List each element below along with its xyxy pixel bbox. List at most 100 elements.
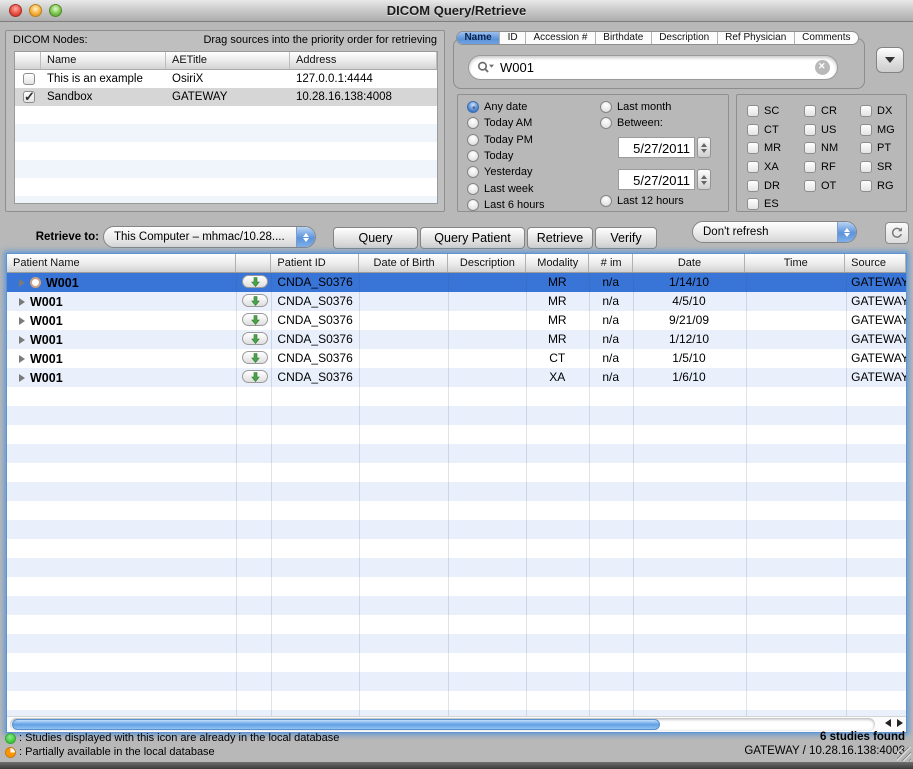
query-patient-button[interactable]: Query Patient	[420, 227, 525, 249]
disclosure-triangle-icon[interactable]	[19, 317, 25, 325]
date-radio-last-6-hours[interactable]: Last 6 hours	[467, 197, 545, 213]
date-of-birth-cell	[359, 311, 448, 330]
study-row[interactable]: W001CNDA_S0376MRn/a4/5/10GATEWAY	[7, 292, 906, 311]
horizontal-scrollbar[interactable]	[7, 716, 906, 732]
description-cell	[448, 330, 526, 349]
modality-checkbox-pt[interactable]	[860, 142, 872, 154]
modality-checkbox-ot[interactable]	[804, 180, 816, 192]
modality-checkbox-sc[interactable]	[747, 105, 759, 117]
date-radio-today-pm[interactable]: Today PM	[467, 132, 545, 148]
scroll-right-icon[interactable]	[897, 719, 903, 727]
study-date-cell: 1/14/10	[633, 273, 746, 292]
description-cell	[448, 273, 526, 292]
retrieve-study-button[interactable]	[242, 351, 268, 364]
options-disclosure-button[interactable]	[876, 47, 904, 73]
column-header-source[interactable]: Source	[845, 254, 906, 272]
scrollbar-thumb[interactable]	[12, 719, 660, 730]
column-header-patient-id[interactable]: Patient ID	[271, 254, 359, 272]
modality-checkbox-dr[interactable]	[747, 180, 759, 192]
modality-checkbox-rg[interactable]	[860, 180, 872, 192]
disclosure-triangle-icon[interactable]	[19, 336, 25, 344]
nodes-column-header-aetitle[interactable]: AETitle	[166, 52, 290, 69]
disclosure-triangle-icon[interactable]	[19, 374, 25, 382]
modality-cell: MR	[526, 311, 589, 330]
tab-accession[interactable]: Accession #	[526, 32, 596, 44]
date-radio-between[interactable]: Between:	[600, 115, 671, 131]
disclosure-triangle-icon[interactable]	[19, 355, 25, 363]
date-radio-last-12-hours[interactable]: Last 12 hours	[600, 193, 684, 209]
retrieve-to-select[interactable]: This Computer – mhmac/10.28....	[103, 226, 316, 248]
date-radio-last-week[interactable]: Last week	[467, 180, 545, 196]
between-to-date-field[interactable]: 5/27/2011	[618, 169, 695, 190]
resize-grip[interactable]	[897, 747, 911, 761]
study-row[interactable]: W001CNDA_S0376XAn/a1/6/10GATEWAY	[7, 368, 906, 387]
scrollbar-track[interactable]	[10, 718, 875, 731]
from-date-stepper[interactable]	[697, 137, 711, 158]
tab-description[interactable]: Description	[652, 32, 718, 44]
study-row[interactable]: W001CNDA_S0376MRn/a9/21/09GATEWAY	[7, 311, 906, 330]
nodes-column-header-name[interactable]: Name	[41, 52, 166, 69]
retrieve-study-button[interactable]	[242, 294, 268, 307]
modality-checkbox-mg[interactable]	[860, 124, 872, 136]
retrieve-study-button[interactable]	[242, 332, 268, 345]
date-radio-today[interactable]: Today	[467, 148, 545, 164]
date-radio-yesterday[interactable]: Yesterday	[467, 164, 545, 180]
modality-checkbox-cr[interactable]	[804, 105, 816, 117]
column-header-date[interactable]: Date	[633, 254, 746, 272]
tab-birthdate[interactable]: Birthdate	[596, 32, 652, 44]
column-header-time[interactable]: Time	[745, 254, 845, 272]
clear-search-icon[interactable]	[815, 60, 830, 75]
study-row[interactable]: W001CNDA_S0376MRn/a1/14/10GATEWAY	[7, 273, 906, 292]
modality-checkbox-dx[interactable]	[860, 105, 872, 117]
retrieve-study-button[interactable]	[242, 275, 268, 288]
radio-label: Last 6 hours	[484, 199, 545, 211]
modality-checkbox-rf[interactable]	[804, 161, 816, 173]
dicom-node-row[interactable]: SandboxGATEWAY10.28.16.138:4008	[15, 88, 437, 106]
refresh-mode-select[interactable]: Don't refresh	[692, 221, 857, 243]
study-row[interactable]: W001CNDA_S0376CTn/a1/5/10GATEWAY	[7, 349, 906, 368]
date-radio-any-date[interactable]: Any date	[467, 99, 545, 115]
modality-checkbox-mr[interactable]	[747, 142, 759, 154]
modality-checkbox-ct[interactable]	[747, 124, 759, 136]
modality-checkbox-xa[interactable]	[747, 161, 759, 173]
date-radio-last-month[interactable]: Last month	[600, 99, 671, 115]
refresh-button[interactable]	[885, 222, 909, 244]
column-header-modality[interactable]: Modality	[526, 254, 589, 272]
scroll-left-icon[interactable]	[885, 719, 891, 727]
disclosure-triangle-icon[interactable]	[19, 298, 25, 306]
retrieve-study-button[interactable]	[242, 313, 268, 326]
column-header-im[interactable]: # im	[589, 254, 633, 272]
modality-item-es: ES	[747, 195, 781, 214]
disclosure-triangle-icon[interactable]	[19, 279, 25, 287]
column-header-status-button[interactable]	[236, 254, 271, 272]
tab-ref-physician[interactable]: Ref Physician	[718, 32, 795, 44]
to-date-stepper[interactable]	[697, 169, 711, 190]
column-header-patient-name[interactable]: Patient Name	[7, 254, 236, 272]
retrieve-study-button[interactable]	[242, 370, 268, 383]
tab-id[interactable]: ID	[500, 32, 526, 44]
between-from-date-field[interactable]: 5/27/2011	[618, 137, 695, 158]
nodes-column-header-checkbox[interactable]	[15, 52, 41, 69]
search-input[interactable]: W001	[468, 55, 838, 80]
modality-cell: MR	[526, 273, 589, 292]
node-enabled-checkbox[interactable]	[23, 91, 35, 103]
query-button[interactable]: Query	[333, 227, 418, 249]
retrieve-button[interactable]: Retrieve	[527, 227, 593, 249]
modality-checkbox-us[interactable]	[804, 124, 816, 136]
node-enabled-checkbox[interactable]	[23, 73, 35, 85]
modality-checkbox-sr[interactable]	[860, 161, 872, 173]
verify-button[interactable]: Verify	[595, 227, 657, 249]
study-row[interactable]: W001CNDA_S0376MRn/a1/12/10GATEWAY	[7, 330, 906, 349]
tab-comments[interactable]: Comments	[795, 32, 858, 44]
tab-name[interactable]: Name	[457, 32, 500, 44]
nodes-column-header-address[interactable]: Address	[290, 52, 437, 69]
dicom-node-row[interactable]: This is an exampleOsiriX127.0.0.1:4444	[15, 70, 437, 88]
patient-name: W001	[30, 352, 63, 366]
column-header-date-of-birth[interactable]: Date of Birth	[359, 254, 448, 272]
search-icon[interactable]	[477, 61, 495, 75]
modality-checkbox-nm[interactable]	[804, 142, 816, 154]
column-header-description[interactable]: Description	[448, 254, 526, 272]
modality-item-pt: PT	[860, 139, 895, 158]
modality-checkbox-es[interactable]	[747, 198, 759, 210]
date-radio-today-am[interactable]: Today AM	[467, 115, 545, 131]
